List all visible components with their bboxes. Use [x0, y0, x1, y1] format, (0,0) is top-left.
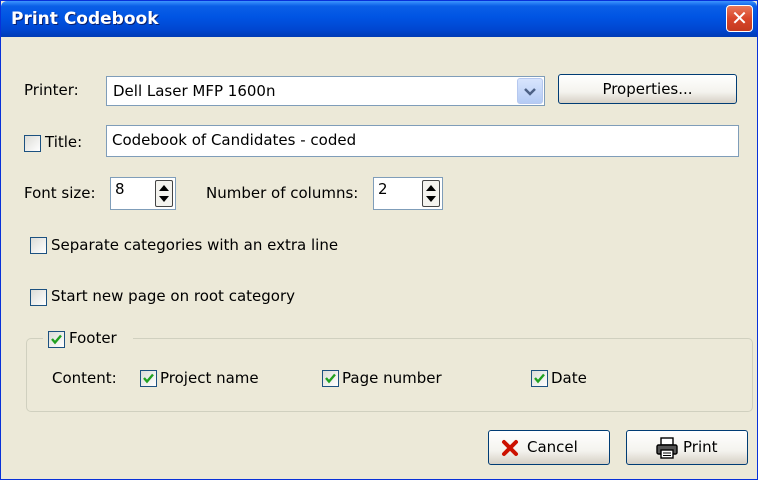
- date-checkbox[interactable]: [531, 370, 548, 387]
- cancel-button-label: Cancel: [527, 438, 578, 456]
- columns-spinner[interactable]: 2: [373, 177, 443, 210]
- separate-categories-label: Separate categories with an extra line: [51, 236, 339, 254]
- new-page-label: Start new page on root category: [51, 287, 295, 305]
- chevron-down-icon[interactable]: [517, 78, 543, 104]
- footer-checkbox[interactable]: [48, 331, 65, 348]
- title-input[interactable]: Codebook of Candidates - coded: [106, 125, 739, 157]
- check-icon: [51, 334, 62, 345]
- page-number-label: Page number: [342, 369, 442, 387]
- columns-label: Number of columns:: [206, 184, 359, 202]
- close-button[interactable]: ✕: [726, 5, 753, 32]
- title-checkbox[interactable]: [24, 135, 41, 152]
- printer-icon: [656, 437, 678, 459]
- columns-stepper[interactable]: [422, 180, 440, 207]
- check-icon: [325, 373, 336, 384]
- title-label: Title:: [45, 133, 83, 151]
- window-title: Print Codebook: [11, 9, 159, 29]
- font-size-label: Font size:: [24, 184, 96, 202]
- date-label: Date: [551, 369, 587, 387]
- project-name-label: Project name: [160, 369, 259, 387]
- check-icon: [534, 373, 545, 384]
- footer-label: Footer: [69, 329, 117, 347]
- separate-categories-checkbox[interactable]: [30, 237, 47, 254]
- cancel-button[interactable]: Cancel: [488, 430, 610, 465]
- new-page-checkbox[interactable]: [30, 289, 47, 306]
- print-button[interactable]: Print: [626, 430, 748, 465]
- printer-label: Printer:: [24, 81, 79, 99]
- columns-value: 2: [378, 180, 388, 198]
- printer-select[interactable]: Dell Laser MFP 1600n: [106, 76, 545, 106]
- print-codebook-dialog: Print Codebook ✕ Printer: Dell Laser MFP…: [0, 0, 758, 480]
- page-number-checkbox[interactable]: [322, 370, 339, 387]
- title-input-value: Codebook of Candidates - coded: [112, 131, 357, 149]
- close-icon: ✕: [731, 6, 748, 30]
- font-size-value: 8: [115, 180, 125, 198]
- x-icon: [502, 440, 518, 456]
- printer-selected-value: Dell Laser MFP 1600n: [113, 82, 276, 100]
- properties-button[interactable]: Properties...: [558, 74, 737, 104]
- title-bar[interactable]: Print Codebook ✕: [1, 1, 757, 37]
- print-button-label: Print: [683, 438, 718, 456]
- font-size-stepper[interactable]: [155, 180, 173, 207]
- content-label: Content:: [52, 369, 117, 387]
- check-icon: [143, 373, 154, 384]
- font-size-spinner[interactable]: 8: [110, 177, 176, 210]
- project-name-checkbox[interactable]: [140, 370, 157, 387]
